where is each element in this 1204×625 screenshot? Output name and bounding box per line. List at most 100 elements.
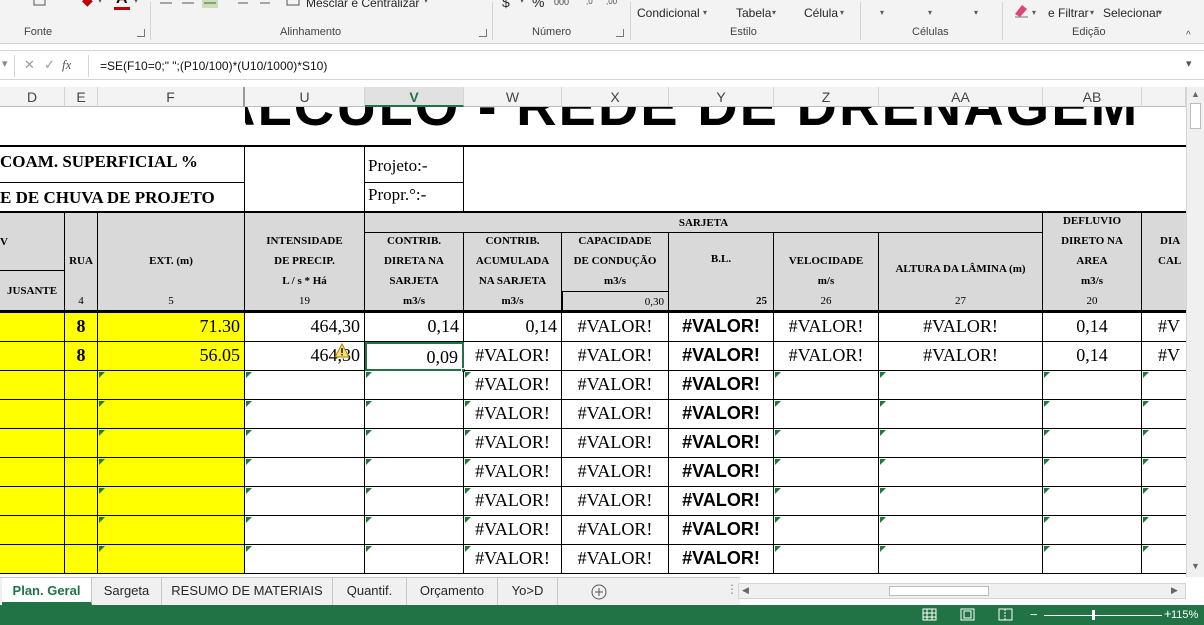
- cell-ac-r3[interactable]: [1142, 371, 1186, 400]
- cell-f-r8[interactable]: [98, 516, 245, 545]
- vertical-scroll-thumb[interactable]: [1190, 103, 1201, 129]
- cell-v-r7[interactable]: [365, 487, 464, 516]
- cell-ab-r5[interactable]: [1043, 429, 1142, 458]
- borders-icon[interactable]: [32, 0, 48, 10]
- cell-x-r4[interactable]: #VALOR!: [562, 400, 669, 429]
- cell-ac-r6[interactable]: [1142, 458, 1186, 487]
- delete-dropdown-icon[interactable]: ▾: [928, 8, 932, 17]
- cell-ab-r9[interactable]: [1043, 545, 1142, 574]
- cell-ab-r8[interactable]: [1043, 516, 1142, 545]
- tab-plan-geral[interactable]: Plan. Geral: [2, 578, 92, 605]
- cell-f-r6[interactable]: [98, 458, 245, 487]
- cell-ext-r1[interactable]: 71.30: [98, 313, 245, 342]
- cell-e-r9[interactable]: [65, 545, 98, 574]
- cell-v-r8[interactable]: [365, 516, 464, 545]
- cell-x-r3[interactable]: #VALOR!: [562, 371, 669, 400]
- cell-y-r6[interactable]: #VALOR!: [669, 458, 774, 487]
- worksheet[interactable]: ÁLCULO - REDE DE DRENAGEM COAM. SUPERFIC…: [0, 107, 1186, 577]
- cell-w-r3[interactable]: #VALOR!: [464, 371, 562, 400]
- tab-quantif[interactable]: Quantif.: [333, 578, 407, 605]
- horizontal-scrollbar[interactable]: ◀ ▶: [738, 583, 1186, 599]
- cell-ab-r6[interactable]: [1043, 458, 1142, 487]
- cell-intens-r1[interactable]: 464,30: [245, 313, 365, 342]
- cell-e-r8[interactable]: [65, 516, 98, 545]
- cell-d-r5[interactable]: [0, 429, 65, 458]
- cell-e-r5[interactable]: [65, 429, 98, 458]
- cell-cdir-r2-selected[interactable]: 0,09: [365, 342, 464, 371]
- enter-icon[interactable]: ✓: [44, 57, 55, 73]
- cell-x-r7[interactable]: #VALOR!: [562, 487, 669, 516]
- cell-f-r3[interactable]: [98, 371, 245, 400]
- cell-d-r7[interactable]: [0, 487, 65, 516]
- cell-x-r6[interactable]: #VALOR!: [562, 458, 669, 487]
- column-header-u[interactable]: U: [245, 87, 365, 107]
- page-layout-icon[interactable]: [960, 608, 976, 622]
- horizontal-scroll-thumb[interactable]: [889, 586, 989, 596]
- column-header-d[interactable]: D: [0, 87, 65, 107]
- page-break-icon[interactable]: [998, 608, 1014, 622]
- cell-ac-r8[interactable]: [1142, 516, 1186, 545]
- cell-z-r9[interactable]: [774, 545, 879, 574]
- alinhamento-launcher-icon[interactable]: [479, 29, 487, 37]
- cell-bl-r1[interactable]: #VALOR!: [669, 313, 774, 342]
- cell-u-r7[interactable]: [245, 487, 365, 516]
- cell-z-r3[interactable]: [774, 371, 879, 400]
- cell-ab-r7[interactable]: [1043, 487, 1142, 516]
- column-header-e[interactable]: E: [65, 87, 98, 107]
- cell-aa-r6[interactable]: [879, 458, 1043, 487]
- column-header-ac[interactable]: [1142, 87, 1186, 107]
- scroll-down-icon[interactable]: ▼: [1191, 561, 1200, 571]
- cell-u-r5[interactable]: [245, 429, 365, 458]
- cell-aa-r8[interactable]: [879, 516, 1043, 545]
- cell-dia-r1[interactable]: #V: [1142, 313, 1186, 342]
- cell-d-r1[interactable]: [0, 313, 65, 342]
- cell-f-r9[interactable]: [98, 545, 245, 574]
- cell-v-r3[interactable]: [365, 371, 464, 400]
- cell-d-r3[interactable]: [0, 371, 65, 400]
- cell-z-r5[interactable]: [774, 429, 879, 458]
- fonte-launcher-icon[interactable]: [137, 29, 145, 37]
- cell-cap-r1[interactable]: #VALOR!: [562, 313, 669, 342]
- cell-vel-r2[interactable]: #VALOR!: [774, 342, 879, 371]
- cell-alt-r1[interactable]: #VALOR!: [879, 313, 1043, 342]
- cell-y-r8[interactable]: #VALOR!: [669, 516, 774, 545]
- cell-f-r7[interactable]: [98, 487, 245, 516]
- cell-y-r5[interactable]: #VALOR!: [669, 429, 774, 458]
- cell-cdir-r1[interactable]: 0,14: [365, 313, 464, 342]
- insert-function-icon[interactable]: fx: [62, 57, 71, 73]
- cell-alt-r2[interactable]: #VALOR!: [879, 342, 1043, 371]
- scroll-up-icon[interactable]: ▲: [1191, 89, 1200, 99]
- cell-ac-r9[interactable]: [1142, 545, 1186, 574]
- cell-aa-r5[interactable]: [879, 429, 1043, 458]
- thousands-button[interactable]: 000: [554, 0, 569, 7]
- numero-launcher-icon[interactable]: [616, 29, 624, 37]
- decimal-icons[interactable]: ,0 ,00: [584, 0, 624, 8]
- cell-v-r4[interactable]: [365, 400, 464, 429]
- cell-w-r5[interactable]: #VALOR!: [464, 429, 562, 458]
- cell-styles-button[interactable]: Célula: [804, 6, 838, 20]
- cell-w-r4[interactable]: #VALOR!: [464, 400, 562, 429]
- cell-rua-r2[interactable]: 8: [65, 342, 98, 371]
- scroll-left-icon[interactable]: ◀: [742, 585, 749, 596]
- cell-d-r9[interactable]: [0, 545, 65, 574]
- cell-cacum-r1[interactable]: 0,14: [464, 313, 562, 342]
- column-header-z[interactable]: Z: [774, 87, 879, 107]
- cell-ac-r7[interactable]: [1142, 487, 1186, 516]
- cell-u-r6[interactable]: [245, 458, 365, 487]
- zoom-level[interactable]: 115%: [1171, 609, 1198, 621]
- cell-x-r5[interactable]: #VALOR!: [562, 429, 669, 458]
- column-header-x[interactable]: X: [562, 87, 669, 107]
- column-header-w[interactable]: W: [464, 87, 562, 107]
- cancel-icon[interactable]: ✕: [24, 57, 35, 73]
- cell-aa-r4[interactable]: [879, 400, 1043, 429]
- cell-d-r2[interactable]: [0, 342, 65, 371]
- cell-w-r7[interactable]: #VALOR!: [464, 487, 562, 516]
- cell-defl-r2[interactable]: 0,14: [1043, 342, 1142, 371]
- expand-formula-icon[interactable]: ▾: [1186, 57, 1192, 70]
- column-header-aa[interactable]: AA: [879, 87, 1043, 107]
- zoom-slider-thumb[interactable]: [1092, 610, 1095, 620]
- tab-resumo-materiais[interactable]: RESUMO DE MATERIAIS: [162, 578, 333, 605]
- cell-d-r4[interactable]: [0, 400, 65, 429]
- cell-ab-r4[interactable]: [1043, 400, 1142, 429]
- cell-ab-r3[interactable]: [1043, 371, 1142, 400]
